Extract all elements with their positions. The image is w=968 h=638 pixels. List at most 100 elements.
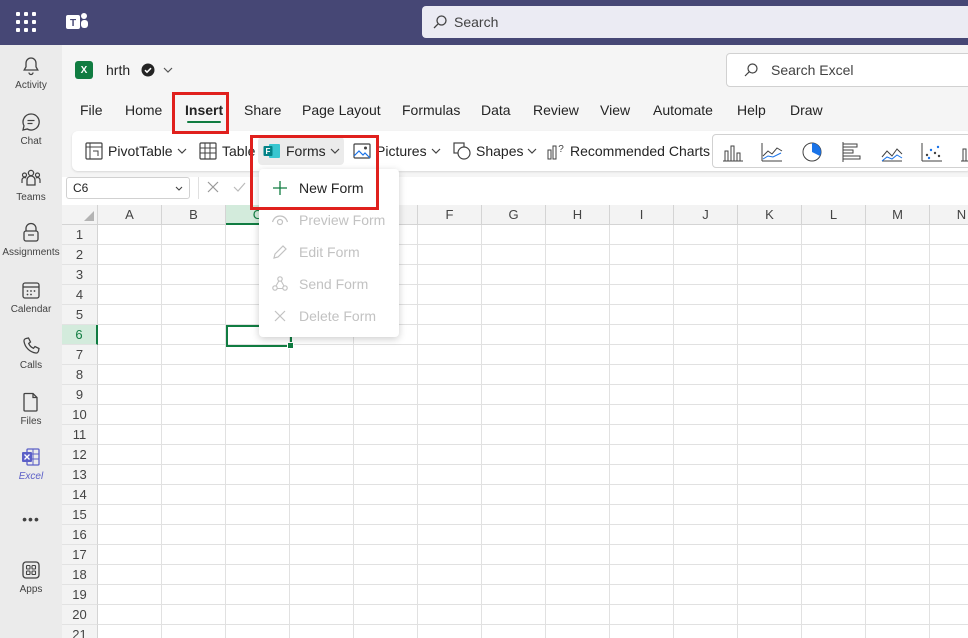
- chevron-down-icon: [177, 148, 187, 154]
- rail-label: Calendar: [10, 304, 52, 315]
- svg-text:T: T: [70, 18, 76, 29]
- more-charts-icon[interactable]: [958, 141, 968, 163]
- row-header[interactable]: 10: [62, 405, 98, 425]
- rail-item-calls[interactable]: Calls: [0, 335, 62, 387]
- ribbon: PivotTable Table F Forms Pictures Shapes: [62, 127, 968, 177]
- rail-label: Activity: [15, 80, 47, 91]
- search-icon: [433, 15, 447, 29]
- teams-top-bar: T Search: [0, 0, 968, 45]
- rail-label: Files: [20, 416, 42, 427]
- tab-data[interactable]: Data: [481, 102, 511, 118]
- calendar-icon: [22, 282, 40, 299]
- search-excel-input[interactable]: Search Excel: [726, 53, 968, 87]
- highlight-insert-tab: [172, 92, 229, 134]
- row-header[interactable]: 14: [62, 485, 98, 505]
- rail-item-apps[interactable]: Apps: [0, 559, 62, 611]
- row-header[interactable]: 19: [62, 585, 98, 605]
- row-header[interactable]: 21: [62, 625, 98, 638]
- row-header[interactable]: 6: [62, 325, 98, 345]
- tab-page-layout[interactable]: Page Layout: [302, 102, 381, 118]
- row-header[interactable]: 12: [62, 445, 98, 465]
- rail-item-calendar[interactable]: Calendar: [0, 279, 62, 331]
- column-chart-icon[interactable]: [721, 141, 745, 163]
- rail-item-excel[interactable]: Excel: [0, 446, 62, 498]
- select-all-corner[interactable]: [62, 205, 98, 225]
- column-header[interactable]: M: [866, 205, 930, 225]
- row-header[interactable]: 2: [62, 245, 98, 265]
- column-header[interactable]: H: [546, 205, 610, 225]
- scatter-chart-icon[interactable]: [920, 141, 944, 163]
- saved-status-icon[interactable]: [140, 62, 156, 78]
- row-header[interactable]: 16: [62, 525, 98, 545]
- name-box[interactable]: C6: [66, 177, 190, 199]
- tab-help[interactable]: Help: [737, 102, 766, 118]
- tab-home[interactable]: Home: [125, 102, 162, 118]
- recommended-charts-button[interactable]: ? Recommended Charts: [546, 137, 710, 165]
- row-header[interactable]: 1: [62, 225, 98, 245]
- row-header[interactable]: 8: [62, 365, 98, 385]
- rail-item-activity[interactable]: Activity: [0, 55, 62, 107]
- rail-label: Teams: [16, 192, 46, 203]
- row-header[interactable]: 4: [62, 285, 98, 305]
- row-header[interactable]: 18: [62, 565, 98, 585]
- teams-logo-icon[interactable]: T: [64, 9, 90, 35]
- teams-search-input[interactable]: Search: [422, 6, 968, 38]
- row-header[interactable]: 13: [62, 465, 98, 485]
- rail-item-chat[interactable]: Chat: [0, 111, 62, 163]
- bar-chart-icon[interactable]: [840, 141, 864, 163]
- tab-share[interactable]: Share: [244, 102, 281, 118]
- row-header[interactable]: 5: [62, 305, 98, 325]
- row-header[interactable]: 3: [62, 265, 98, 285]
- eye-icon: [271, 215, 289, 226]
- tab-view[interactable]: View: [600, 102, 630, 118]
- formula-bar-divider: [198, 177, 199, 199]
- row-header[interactable]: 11: [62, 425, 98, 445]
- row-header[interactable]: 7: [62, 345, 98, 365]
- rail-item-more[interactable]: •••: [0, 511, 62, 563]
- formula-bar: C6: [62, 177, 968, 207]
- rail-item-files[interactable]: Files: [0, 391, 62, 443]
- rail-label: Excel: [18, 471, 44, 482]
- shapes-button[interactable]: Shapes: [452, 137, 537, 165]
- tab-draw[interactable]: Draw: [790, 102, 823, 118]
- line-chart-icon[interactable]: [760, 141, 784, 163]
- close-icon[interactable]: [206, 180, 220, 194]
- tab-automate[interactable]: Automate: [653, 102, 713, 118]
- column-header[interactable]: K: [738, 205, 802, 225]
- row-header[interactable]: 9: [62, 385, 98, 405]
- row-header[interactable]: 20: [62, 605, 98, 625]
- delete-form-item[interactable]: Delete Form: [259, 300, 399, 332]
- table-button[interactable]: Table: [198, 137, 255, 165]
- chevron-down-icon: [528, 148, 537, 154]
- column-header[interactable]: F: [418, 205, 482, 225]
- pivottable-button[interactable]: PivotTable: [84, 137, 187, 165]
- send-form-item[interactable]: Send Form: [259, 268, 399, 300]
- ribbon-panel: PivotTable Table F Forms Pictures Shapes: [72, 131, 968, 171]
- row-header[interactable]: 17: [62, 545, 98, 565]
- column-header[interactable]: I: [610, 205, 674, 225]
- column-header[interactable]: A: [98, 205, 162, 225]
- edit-form-item[interactable]: Edit Form: [259, 236, 399, 268]
- tab-formulas[interactable]: Formulas: [402, 102, 460, 118]
- column-header[interactable]: G: [482, 205, 546, 225]
- area-chart-icon[interactable]: [880, 141, 904, 163]
- app-launcher-icon[interactable]: [14, 10, 38, 34]
- row-header[interactable]: 15: [62, 505, 98, 525]
- document-name[interactable]: hrth: [106, 62, 130, 78]
- name-box-value: C6: [73, 181, 89, 195]
- chevron-down-icon[interactable]: [162, 64, 174, 76]
- pie-chart-icon[interactable]: [800, 141, 824, 163]
- column-header[interactable]: L: [802, 205, 866, 225]
- tab-file[interactable]: File: [80, 102, 103, 118]
- cell-area[interactable]: [98, 225, 968, 638]
- checkmark-icon[interactable]: [232, 180, 246, 194]
- rail-item-assignments[interactable]: Assignments: [0, 222, 62, 274]
- send-form-label: Send Form: [299, 276, 369, 292]
- teams-search-placeholder: Search: [454, 14, 499, 30]
- tab-review[interactable]: Review: [533, 102, 579, 118]
- column-header[interactable]: N: [930, 205, 968, 225]
- column-header[interactable]: J: [674, 205, 738, 225]
- chevron-down-icon: [431, 148, 441, 154]
- rail-item-teams[interactable]: Teams: [0, 167, 62, 219]
- column-header[interactable]: B: [162, 205, 226, 225]
